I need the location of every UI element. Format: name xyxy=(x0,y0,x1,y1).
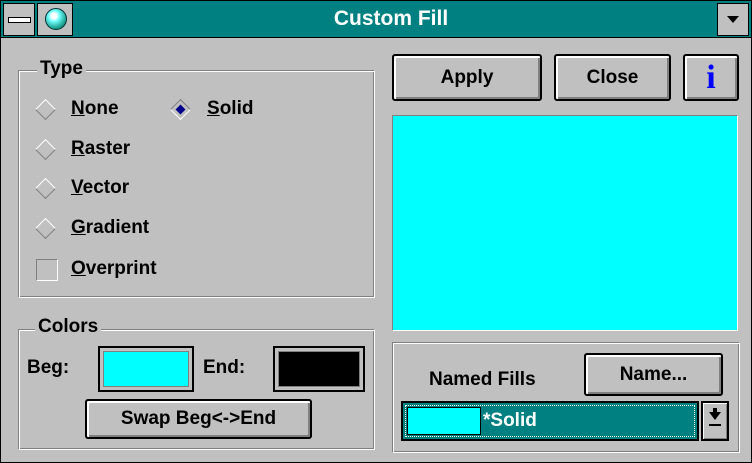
end-label: End: xyxy=(203,357,246,378)
swap-colors-button[interactable]: Swap Beg<->End xyxy=(85,399,312,439)
radio-solid-label[interactable]: Solid xyxy=(207,98,253,120)
arrow-down-icon xyxy=(709,412,721,420)
beg-label: Beg: xyxy=(27,357,70,378)
name-button[interactable]: Name... xyxy=(584,353,723,396)
close-button[interactable]: Close xyxy=(554,54,671,101)
radio-gradient-label[interactable]: Gradient xyxy=(71,217,149,239)
triangle-down-icon xyxy=(727,16,739,23)
apply-button[interactable]: Apply xyxy=(392,54,542,101)
globe-icon xyxy=(37,3,73,36)
beg-color-button[interactable] xyxy=(98,346,194,392)
end-color-button[interactable] xyxy=(273,346,365,392)
radio-raster-label[interactable]: Raster xyxy=(71,138,130,160)
overprint-label[interactable]: Overprint xyxy=(71,258,157,280)
overprint-checkbox[interactable] xyxy=(36,259,58,281)
info-icon: i xyxy=(706,59,716,96)
title-bar: Custom Fill xyxy=(1,1,751,38)
custom-fill-window: Custom Fill Type None Solid Raster Vecto… xyxy=(0,0,752,463)
named-fills-dropdown[interactable]: *Solid xyxy=(401,401,699,441)
window-title: Custom Fill xyxy=(333,7,449,30)
system-menu-button[interactable] xyxy=(3,3,35,36)
type-group-legend: Type xyxy=(37,58,86,80)
dropdown-button[interactable] xyxy=(701,401,729,441)
radio-none-label[interactable]: None xyxy=(71,98,119,120)
system-menu-icon xyxy=(8,17,31,23)
minimize-button[interactable] xyxy=(717,3,749,36)
colors-group-legend: Colors xyxy=(35,316,102,338)
radio-vector-label[interactable]: Vector xyxy=(71,177,129,199)
fill-preview xyxy=(392,115,738,331)
named-fills-label: Named Fills xyxy=(429,369,536,390)
info-button[interactable]: i xyxy=(683,54,739,101)
